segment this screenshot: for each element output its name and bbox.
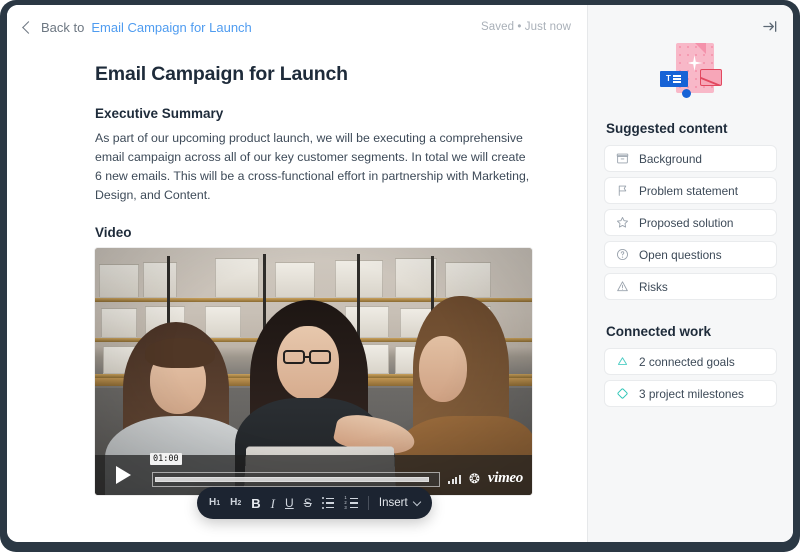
sidebar-item-label: 2 connected goals	[639, 354, 735, 369]
video-progress-bar[interactable]	[152, 471, 441, 487]
section-paragraph-executive-summary[interactable]: As part of our upcoming product launch, …	[95, 129, 531, 205]
sidebar-item-label: Proposed solution	[639, 215, 734, 230]
play-icon	[115, 466, 131, 485]
star-icon	[615, 216, 629, 230]
save-status: Saved • Just now	[480, 21, 571, 33]
video-duration: 01:00	[150, 453, 182, 466]
back-label: Back to	[41, 19, 85, 35]
text-badge-icon: T	[659, 71, 688, 87]
sidebar-item-label: 3 project milestones	[639, 386, 744, 401]
top-bar: Back to Email Campaign for Launch Saved …	[7, 5, 587, 49]
question-circle-icon	[615, 248, 629, 262]
insert-label: Insert	[378, 497, 408, 509]
goal-triangle-icon	[615, 355, 629, 369]
bold-button[interactable]: B	[251, 497, 260, 510]
video-embed[interactable]: 01:00 ❂ vimeo	[95, 248, 532, 496]
sidebar-item-problem-statement[interactable]: Problem statement	[604, 177, 777, 204]
section-heading-video[interactable]: Video	[95, 225, 535, 240]
numbered-list-icon[interactable]: 123	[344, 495, 358, 509]
strikethrough-button[interactable]: S	[304, 497, 312, 509]
sidebar-item-label: Risks	[639, 279, 668, 294]
document-pane: Back to Email Campaign for Launch Saved …	[7, 5, 587, 542]
suggested-content-title: Suggested content	[606, 121, 728, 136]
back-link[interactable]: Back to Email Campaign for Launch	[22, 19, 252, 35]
sidebar-item-proposed-solution[interactable]: Proposed solution	[604, 209, 777, 236]
back-project-title[interactable]: Email Campaign for Launch	[91, 20, 251, 35]
chevron-left-icon	[22, 20, 35, 34]
underline-button[interactable]: U	[285, 497, 294, 509]
sidebar-item-risks[interactable]: Risks	[604, 273, 777, 300]
sidebar-item-label: Background	[639, 151, 702, 166]
volume-icon[interactable]	[448, 473, 461, 484]
gear-icon[interactable]: ❂	[469, 472, 480, 485]
device-frame: Back to Email Campaign for Launch Saved …	[0, 0, 800, 552]
formatting-toolbar[interactable]: H1 H2 B I U S 123 Insert	[197, 487, 432, 519]
video-progress-fill	[155, 476, 429, 482]
sidebar-item-label: Open questions	[639, 247, 722, 262]
chevron-down-icon	[412, 497, 421, 506]
vimeo-logo[interactable]: vimeo	[488, 470, 523, 487]
collapse-panel-icon[interactable]	[759, 15, 781, 37]
envelope-icon	[699, 69, 722, 86]
sidebar-item-open-questions[interactable]: Open questions	[604, 241, 777, 268]
app-screen: Back to Email Campaign for Launch Saved …	[7, 5, 793, 542]
illustration-wrap: T	[604, 41, 777, 99]
sidebar-item-project-milestones[interactable]: 3 project milestones	[604, 380, 777, 407]
suggested-content-illustration: T	[659, 41, 722, 99]
sidebar-item-connected-goals[interactable]: 2 connected goals	[604, 348, 777, 375]
sidebar-item-background[interactable]: Background	[604, 145, 777, 172]
play-button[interactable]	[95, 455, 148, 496]
blue-dot	[681, 89, 691, 98]
heading-1-button[interactable]: H1	[209, 498, 220, 508]
flag-icon	[615, 184, 629, 198]
archive-box-icon	[615, 152, 629, 166]
sidebar-item-label: Problem statement	[639, 183, 739, 198]
warning-triangle-icon	[615, 280, 629, 294]
page-title[interactable]: Email Campaign for Launch	[95, 63, 535, 86]
connected-work-title: Connected work	[606, 324, 712, 339]
insert-button[interactable]: Insert	[378, 497, 421, 509]
suggestions-sidebar: T Suggested content Background Problem s…	[587, 5, 793, 542]
milestone-diamond-icon	[615, 387, 629, 401]
toolbar-divider	[367, 496, 369, 510]
italic-button[interactable]: I	[271, 497, 275, 510]
section-heading-executive-summary[interactable]: Executive Summary	[95, 106, 535, 121]
heading-2-button[interactable]: H2	[230, 498, 241, 508]
bulleted-list-icon[interactable]	[321, 497, 335, 509]
document-body[interactable]: Email Campaign for Launch Executive Summ…	[7, 49, 587, 496]
